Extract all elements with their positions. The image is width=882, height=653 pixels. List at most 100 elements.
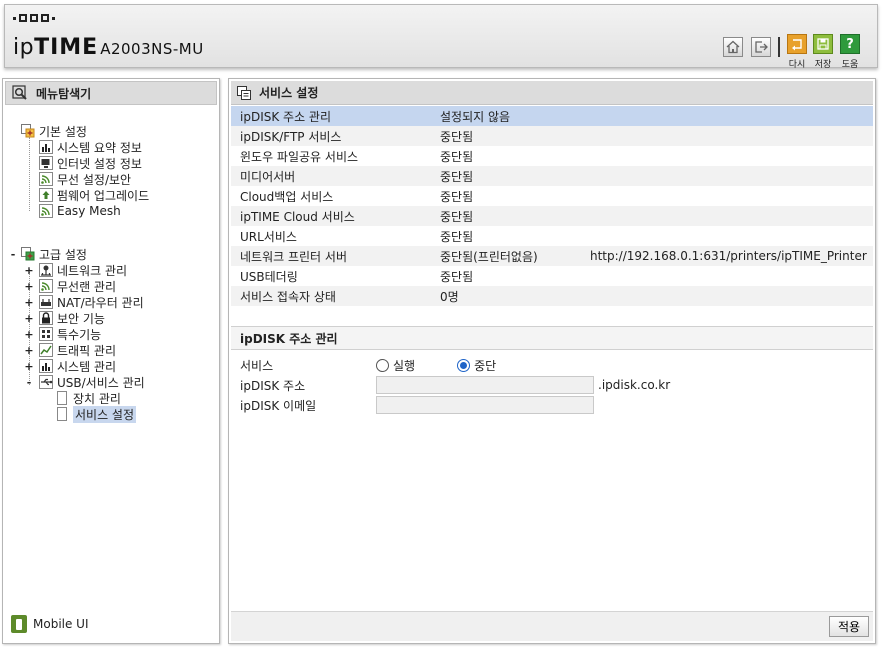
tree-item-label: 보안 기능 <box>57 311 105 326</box>
menu-explorer: 메뉴탐색기 기본 설정 시스템 요약 정보 인터넷 설정 정보 무선 설정/보안… <box>2 78 220 644</box>
tree-item-service-settings[interactable]: 서비스 설정 <box>55 405 137 423</box>
reload-button[interactable] <box>787 34 807 54</box>
service-name: ipDISK/FTP 서비스 <box>240 129 342 144</box>
tree-item-easy-mesh[interactable]: Easy Mesh <box>39 203 121 219</box>
header-divider <box>778 37 780 57</box>
radio-run-label: 실행 <box>393 359 416 373</box>
tree-item-device-management[interactable]: 장치 관리 <box>55 390 121 406</box>
tree-item-label: USB/서비스 관리 <box>57 375 145 390</box>
service-status: 중단됨 <box>440 209 474 224</box>
tree-basic-settings[interactable]: 기본 설정 <box>21 123 87 139</box>
tree-expand-nat[interactable]: + <box>24 297 34 308</box>
service-row-connected-users[interactable]: 서비스 접속자 상태 0명 <box>231 286 873 306</box>
tree-item-internet-info[interactable]: 인터넷 설정 정보 <box>39 155 142 171</box>
ipdisk-email-row: ipDISK 이메일 <box>240 396 594 414</box>
mobile-phone-icon <box>11 615 27 633</box>
service-row-cloud-backup[interactable]: Cloud백업 서비스 중단됨 <box>231 186 873 206</box>
tree-item-network[interactable]: 네트워크 관리 <box>39 262 127 278</box>
tree-item-label: 장치 관리 <box>73 391 121 406</box>
ipdisk-email-label: ipDISK 이메일 <box>240 398 317 413</box>
menu-explorer-label: 메뉴탐색기 <box>36 86 92 101</box>
service-row-url-service[interactable]: URL서비스 중단됨 <box>231 226 873 246</box>
logout-button[interactable] <box>751 37 771 57</box>
brand-name: TIME <box>34 35 99 60</box>
tree-advanced-label: 고급 설정 <box>39 247 87 262</box>
tree-item-label: 인터넷 설정 정보 <box>57 156 142 171</box>
tree-item-label: 무선랜 관리 <box>57 279 117 294</box>
tree-item-label: 서비스 설정 <box>73 405 137 423</box>
service-row-ipdisk-address[interactable]: ipDISK 주소 관리 설정되지 않음 <box>231 106 873 126</box>
search-icon <box>12 85 27 100</box>
service-row-windows-share[interactable]: 윈도우 파일공유 서비스 중단됨 <box>231 146 873 166</box>
tree-item-nat-router[interactable]: NAT/라우터 관리 <box>39 294 144 310</box>
save-button[interactable] <box>813 34 833 54</box>
tree-item-label: NAT/라우터 관리 <box>57 295 144 310</box>
tree-collapse-usb[interactable]: - <box>24 377 34 388</box>
printer-url: http://192.168.0.1:631/printers/ipTIME_P… <box>590 249 867 263</box>
ipdisk-domain-suffix: .ipdisk.co.kr <box>598 378 671 392</box>
service-status-table: ipDISK 주소 관리 설정되지 않음 ipDISK/FTP 서비스 중단됨 … <box>231 106 873 326</box>
tree-item-firmware-upgrade[interactable]: 펌웨어 업그레이드 <box>39 187 149 203</box>
service-name: ipTIME Cloud 서비스 <box>240 209 355 224</box>
tree-item-label: 트래픽 관리 <box>57 343 117 358</box>
tree-item-security[interactable]: 보안 기능 <box>39 310 105 326</box>
tree-expand-wireless[interactable]: + <box>24 281 34 292</box>
footer-bar: 적용 <box>231 611 873 641</box>
tree-item-special-features[interactable]: 특수기능 <box>39 326 101 342</box>
tree-expand-network[interactable]: + <box>24 265 34 276</box>
usb-icon <box>39 375 53 389</box>
menu-explorer-title: 메뉴탐색기 <box>5 81 217 105</box>
tree-collapse-advanced[interactable]: - <box>8 249 18 260</box>
service-row-ipdisk-ftp[interactable]: ipDISK/FTP 서비스 중단됨 <box>231 126 873 146</box>
apply-button[interactable]: 적용 <box>829 616 869 637</box>
tree-expand-traffic[interactable]: + <box>24 345 34 356</box>
service-row-printer-server[interactable]: 네트워크 프린터 서버 중단됨(프린터없음) http://192.168.0.… <box>231 246 873 266</box>
service-status: 중단됨 <box>440 149 474 164</box>
wifi-icon <box>39 172 53 186</box>
service-row-media-server[interactable]: 미디어서버 중단됨 <box>231 166 873 186</box>
radio-run[interactable] <box>376 359 389 372</box>
mobile-ui-link[interactable]: Mobile UI <box>11 615 89 633</box>
service-status: 중단됨(프린터없음) <box>440 249 538 264</box>
ipdisk-section-title: ipDISK 주소 관리 <box>231 326 873 350</box>
tree-item-wireless[interactable]: 무선랜 관리 <box>39 278 116 294</box>
tree-item-system-summary[interactable]: 시스템 요약 정보 <box>39 139 142 155</box>
tree-item-traffic[interactable]: 트래픽 관리 <box>39 342 116 358</box>
tree-expand-special[interactable]: + <box>24 329 34 340</box>
service-name: 미디어서버 <box>240 169 296 184</box>
tree-advanced-settings[interactable]: 고급 설정 <box>21 246 87 262</box>
brand-logo: ip TIME A2003NS-MU <box>13 35 204 60</box>
service-status: 중단됨 <box>440 169 474 184</box>
tree-expand-security[interactable]: + <box>24 313 34 324</box>
home-button[interactable] <box>723 37 743 57</box>
ipdisk-address-input[interactable] <box>376 376 594 394</box>
service-row-iptime-cloud[interactable]: ipTIME Cloud 서비스 중단됨 <box>231 206 873 226</box>
service-row-usb-tethering[interactable]: USB테더링 중단됨 <box>231 266 873 286</box>
radio-stop-label: 중단 <box>474 359 497 373</box>
ipdisk-email-input[interactable] <box>376 396 594 414</box>
tree-expand-system[interactable]: + <box>24 361 34 372</box>
folder-plus-icon <box>21 124 35 138</box>
logout-icon <box>755 41 768 53</box>
bar-chart-icon <box>39 140 53 154</box>
radio-stop[interactable] <box>457 359 471 372</box>
tree-item-system[interactable]: 시스템 관리 <box>39 358 116 374</box>
tree-item-label: 무선 설정/보안 <box>57 172 132 187</box>
help-icon: ? <box>846 36 854 52</box>
tree-item-wireless-security[interactable]: 무선 설정/보안 <box>39 171 131 187</box>
help-button[interactable]: ? <box>840 34 860 54</box>
service-name: 윈도우 파일공유 서비스 <box>240 149 359 164</box>
service-name: 네트워크 프린터 서버 <box>240 249 347 264</box>
service-status: 중단됨 <box>440 189 474 204</box>
monitor-icon <box>39 156 53 170</box>
service-name: URL서비스 <box>240 229 297 244</box>
tree-item-label: 시스템 관리 <box>57 359 117 374</box>
tree-basic-label: 기본 설정 <box>39 124 87 139</box>
main-panel-title: 서비스 설정 <box>231 81 873 105</box>
upgrade-icon <box>39 188 53 202</box>
tree-item-label: Easy Mesh <box>57 204 121 218</box>
tree-item-usb-service[interactable]: USB/서비스 관리 <box>39 374 145 390</box>
folder-plus-icon <box>21 247 35 261</box>
network-icon <box>39 263 53 277</box>
tree-item-label: 시스템 요약 정보 <box>57 140 142 155</box>
